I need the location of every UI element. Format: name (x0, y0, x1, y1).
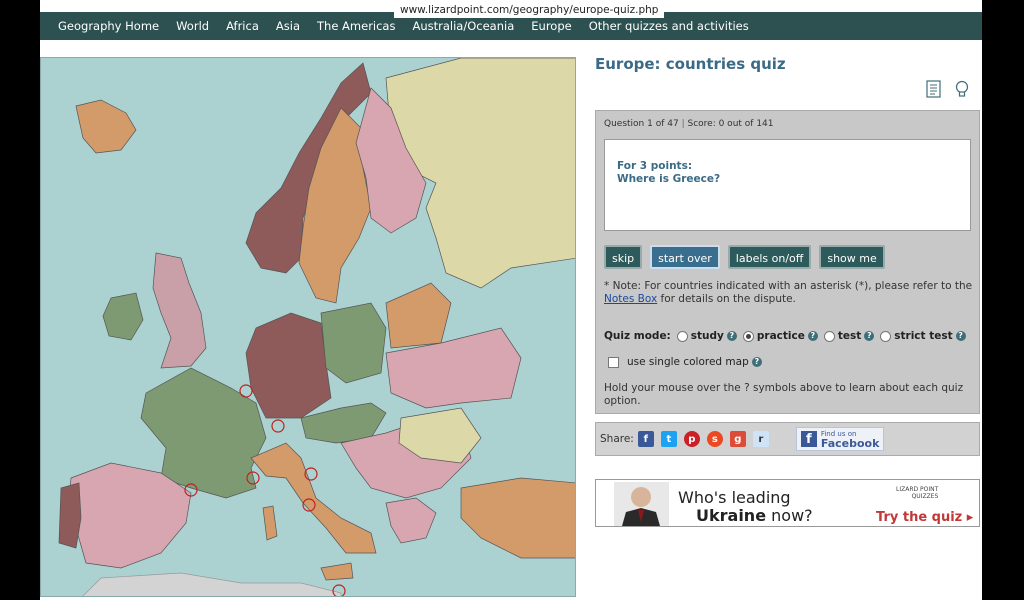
stumbleupon-icon[interactable]: s (706, 431, 723, 447)
ad-headline-2: Ukraine now? (696, 506, 813, 525)
study-label: study (690, 330, 724, 342)
score-text: Score: 0 out of 141 (687, 119, 774, 129)
share-label: Share: (600, 433, 634, 445)
note-suffix: for details on the dispute. (660, 292, 796, 305)
single-color-option[interactable]: use single colored map ? (608, 356, 762, 368)
find-us-text: Find us on Facebook (820, 430, 880, 450)
show-me-button[interactable]: show me (819, 245, 885, 269)
notes-box-link[interactable]: Notes Box (604, 293, 657, 305)
nav-australia-oceania[interactable]: Australia/Oceania (412, 19, 514, 33)
ad-headline-rest: now? (771, 506, 813, 525)
island-sicily[interactable] (320, 562, 354, 581)
nav-africa[interactable]: Africa (226, 19, 259, 33)
help-icon[interactable]: ? (751, 357, 762, 367)
nav-asia[interactable]: Asia (276, 19, 300, 33)
dispute-note: * Note: For countries indicated with an … (604, 280, 976, 305)
landmass-north-africa (82, 572, 342, 596)
single-color-label: use single colored map (627, 356, 749, 368)
ad-brand-line1: LIZARD POINT (896, 486, 939, 493)
strict-test-label: strict test (894, 330, 953, 342)
practice-radio[interactable] (742, 330, 754, 342)
practice-label: practice (756, 330, 805, 342)
europe-map-svg[interactable] (41, 58, 576, 597)
facebook-icon[interactable]: f (637, 431, 654, 447)
country-portugal[interactable] (58, 482, 82, 549)
quiz-mode-row: Quiz mode: study? practice? test? strict… (604, 330, 972, 342)
test-radio[interactable] (823, 330, 835, 342)
help-icon[interactable]: ? (864, 331, 875, 341)
google-plus-icon[interactable]: g (729, 431, 746, 447)
find-us-big: Facebook (820, 437, 880, 450)
nav-the-americas[interactable]: The Americas (317, 19, 395, 33)
country-ireland[interactable] (102, 292, 144, 341)
status-separator: | (681, 119, 685, 129)
marker-small-country[interactable] (271, 419, 285, 433)
question-counter: Question 1 of 47 (604, 119, 679, 129)
url-bar[interactable]: www.lizardpoint.com/geography/europe-qui… (394, 2, 665, 18)
ukraine-quiz-ad[interactable]: Who's leading Ukraine now? LIZARD POINT … (595, 479, 980, 527)
question-points: For 3 points: (617, 160, 693, 172)
country-uk[interactable] (152, 252, 207, 369)
arrow-right-icon: ▸ (966, 510, 974, 525)
question-text: Where is Greece? (617, 173, 721, 185)
country-germany[interactable] (245, 312, 332, 419)
try-quiz-text: Try the quiz (876, 510, 963, 525)
ad-brand-line2: QUIZZES (911, 493, 939, 500)
help-icon[interactable]: ? (955, 331, 966, 341)
hold-mouse-hint: Hold your mouse over the ? symbols above… (604, 382, 964, 407)
start-over-button[interactable]: start over (650, 245, 720, 269)
strict-test-radio[interactable] (880, 330, 892, 342)
page-title: Europe: countries quiz (595, 55, 786, 73)
quiz-panel: Question 1 of 47 | Score: 0 out of 141 F… (595, 110, 980, 414)
title-icon-group (925, 80, 971, 98)
test-label: test (837, 330, 862, 342)
single-color-checkbox[interactable] (608, 356, 619, 368)
nav-other-quizzes[interactable]: Other quizzes and activities (589, 19, 749, 33)
skip-button[interactable]: skip (604, 245, 643, 269)
help-icon[interactable]: ? (807, 331, 818, 341)
nav-europe[interactable]: Europe (531, 19, 571, 33)
pinterest-icon[interactable]: p (683, 431, 700, 447)
quiz-buttons: skip start over labels on/off show me (604, 245, 885, 269)
mode-strict-test[interactable]: strict test? (880, 330, 966, 342)
question-box: For 3 points: Where is Greece? (604, 139, 971, 231)
lightbulb-icon[interactable] (953, 80, 971, 98)
try-quiz-link[interactable]: Try the quiz ▸ (876, 510, 973, 525)
country-poland[interactable] (320, 302, 387, 384)
mode-practice[interactable]: practice? (742, 330, 818, 342)
quiz-status: Question 1 of 47 | Score: 0 out of 141 (604, 119, 774, 129)
help-icon[interactable]: ? (726, 331, 737, 341)
quiz-mode-label: Quiz mode: (604, 330, 671, 342)
mode-study[interactable]: study? (676, 330, 737, 342)
marker-small-country[interactable] (239, 384, 253, 398)
note-text: * Note: For countries indicated with an … (604, 280, 973, 292)
ad-headline-bold: Ukraine (696, 506, 767, 525)
ad-person-photo (614, 482, 669, 526)
mode-test[interactable]: test? (823, 330, 875, 342)
find-us-on-facebook-badge[interactable]: f Find us on Facebook (795, 427, 885, 451)
island-corsica-sardinia[interactable] (262, 505, 278, 541)
country-turkey[interactable] (460, 477, 576, 559)
ad-headline-1: Who's leading (678, 488, 791, 507)
labels-toggle-button[interactable]: labels on/off (727, 245, 812, 269)
nav-world[interactable]: World (176, 19, 209, 33)
reddit-icon[interactable]: r (752, 431, 769, 447)
country-greece[interactable] (385, 497, 437, 544)
nav-geography-home[interactable]: Geography Home (58, 19, 159, 33)
ad-brand-logo: LIZARD POINT QUIZZES (896, 486, 938, 500)
study-radio[interactable] (676, 330, 688, 342)
document-icon[interactable] (925, 80, 943, 98)
country-belarus[interactable] (385, 282, 452, 349)
country-iceland[interactable] (75, 99, 137, 154)
europe-map[interactable] (40, 57, 576, 597)
browser-page: www.lizardpoint.com/geography/europe-qui… (40, 0, 982, 600)
facebook-logo-icon: f (800, 431, 817, 447)
twitter-icon[interactable]: t (660, 431, 677, 447)
share-bar: Share: f t p s g r f Find us on Facebook (595, 422, 980, 456)
